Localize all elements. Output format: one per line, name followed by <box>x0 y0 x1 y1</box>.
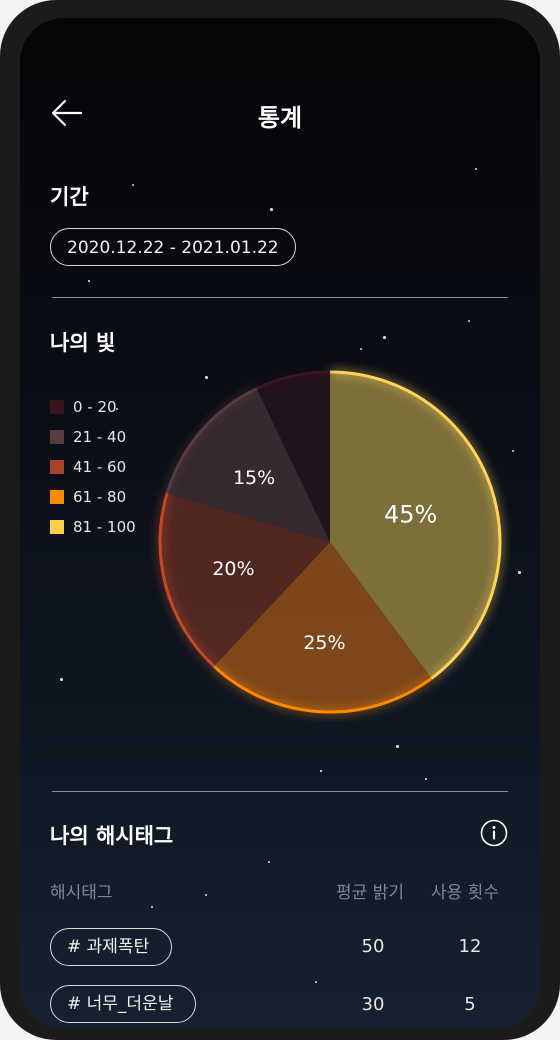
star <box>396 745 399 748</box>
info-icon[interactable] <box>480 819 508 847</box>
my-hashtags-label: 나의 해시태그 <box>50 824 174 848</box>
star <box>320 770 322 772</box>
column-header-use-count: 사용 횟수 <box>431 883 499 903</box>
pie-slice-label: 20% <box>212 558 254 580</box>
divider <box>52 791 508 792</box>
header: 통계 <box>20 88 540 138</box>
star <box>315 981 317 983</box>
star <box>468 320 470 322</box>
screen: 통계 기간 2020.12.22 - 2021.01.22 나의 빛 0 - 2… <box>20 18 540 1028</box>
legend-swatch <box>50 520 64 534</box>
star <box>383 336 386 339</box>
my-light-label: 나의 빛 <box>50 331 116 355</box>
star <box>88 280 90 282</box>
legend-item: 0 - 20 <box>50 392 136 422</box>
legend-item: 41 - 60 <box>50 452 136 482</box>
legend-item: 81 - 100 <box>50 512 136 542</box>
chart-legend: 0 - 20 21 - 40 41 - 60 61 - 80 81 - 100 <box>50 392 136 542</box>
pie-slice-label: 15% <box>233 467 275 489</box>
legend-label: 21 - 40 <box>73 428 127 446</box>
pie-slice-label: 45% <box>384 500 437 528</box>
star <box>270 208 273 211</box>
legend-label: 41 - 60 <box>73 458 127 476</box>
legend-swatch <box>50 400 64 414</box>
legend-item: 21 - 40 <box>50 422 136 452</box>
legend-label: 0 - 20 <box>73 398 117 416</box>
column-header-avg-brightness: 평균 밝기 <box>336 883 404 903</box>
star <box>205 894 207 896</box>
use-count-value: 12 <box>458 936 482 957</box>
star <box>425 778 427 780</box>
period-label: 기간 <box>50 185 89 209</box>
divider <box>52 297 508 298</box>
legend-swatch <box>50 430 64 444</box>
light-pie-chart: 45% 25% 20% 15% <box>158 370 502 714</box>
star <box>518 571 521 574</box>
star <box>151 906 153 908</box>
star <box>60 678 63 681</box>
hashtag-chip[interactable]: # 과제폭탄 <box>50 928 173 966</box>
star <box>268 861 270 863</box>
legend-item: 61 - 80 <box>50 482 136 512</box>
pie-slice-label: 25% <box>303 632 345 654</box>
avg-brightness-value: 30 <box>361 994 385 1015</box>
star <box>132 184 134 186</box>
star <box>512 450 514 452</box>
phone-frame: 통계 기간 2020.12.22 - 2021.01.22 나의 빛 0 - 2… <box>0 0 560 1040</box>
column-header-hashtag: 해시태그 <box>50 883 113 903</box>
star <box>475 168 477 170</box>
legend-label: 61 - 80 <box>73 488 127 506</box>
legend-swatch <box>50 490 64 504</box>
avg-brightness-value: 50 <box>361 936 385 957</box>
page-title: 통계 <box>257 104 303 132</box>
hashtag-chip[interactable]: # 너무_더운날 <box>50 985 197 1023</box>
use-count-value: 5 <box>464 994 476 1015</box>
legend-label: 81 - 100 <box>73 518 136 536</box>
star <box>360 348 362 350</box>
date-range-selector[interactable]: 2020.12.22 - 2021.01.22 <box>50 228 296 266</box>
legend-swatch <box>50 460 64 474</box>
